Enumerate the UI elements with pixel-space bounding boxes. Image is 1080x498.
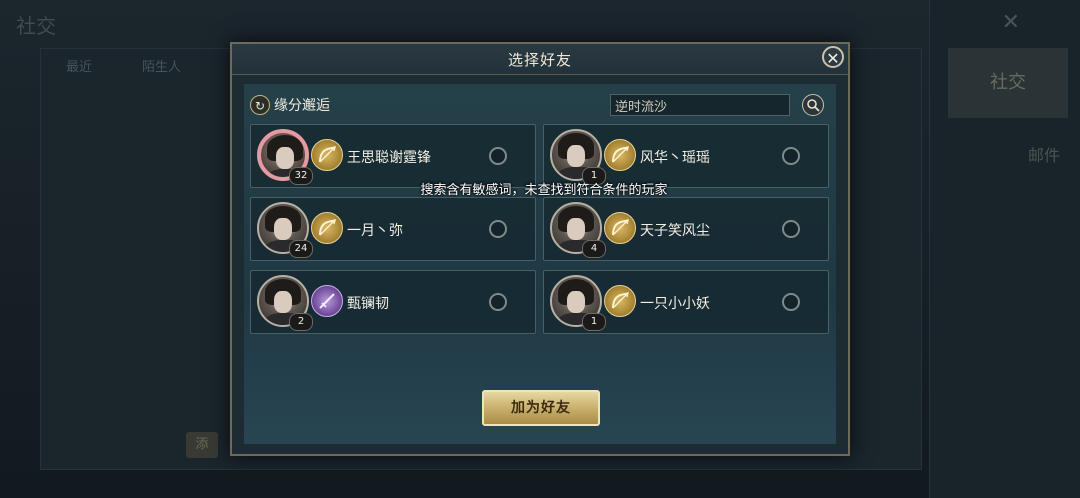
search-input[interactable] bbox=[610, 94, 790, 116]
select-radio[interactable] bbox=[489, 147, 507, 165]
background-right-tab-social: 社交 bbox=[948, 48, 1068, 118]
dialog-header: 选择好友 ✕ bbox=[232, 44, 848, 75]
dialog-content: ↻ 缘分邂逅 32 王思聪谢霆锋 1 bbox=[244, 84, 836, 444]
bow-icon bbox=[311, 212, 343, 244]
fate-encounter-label: 缘分邂逅 bbox=[274, 98, 330, 114]
search-icon bbox=[807, 99, 820, 112]
friend-card[interactable]: 24 一月丶弥 bbox=[250, 197, 536, 261]
select-friend-dialog: 选择好友 ✕ ↻ 缘分邂逅 32 王思聪谢霆锋 bbox=[230, 42, 850, 456]
background-close-icon: ✕ bbox=[1001, 10, 1020, 35]
dialog-title: 选择好友 bbox=[507, 51, 572, 69]
background-tab-recent: 最近 bbox=[66, 60, 93, 75]
select-radio[interactable] bbox=[782, 220, 800, 238]
friend-card[interactable]: 1 一只小小妖 bbox=[543, 270, 829, 334]
add-friend-button[interactable]: 加为好友 bbox=[482, 390, 600, 426]
friend-name: 甄镧韧 bbox=[347, 296, 389, 312]
select-radio[interactable] bbox=[489, 293, 507, 311]
level-badge: 4 bbox=[582, 240, 606, 258]
background-title: 社交 bbox=[16, 14, 56, 38]
level-badge: 32 bbox=[289, 167, 313, 185]
background-right-tab-mail: 邮件 bbox=[1027, 146, 1060, 165]
level-badge: 1 bbox=[582, 313, 606, 331]
friend-name: 天子笑风尘 bbox=[640, 223, 710, 239]
friend-card[interactable]: 4 天子笑风尘 bbox=[543, 197, 829, 261]
bow-icon bbox=[604, 212, 636, 244]
friend-name: 风华丶瑶瑶 bbox=[640, 150, 710, 166]
search-button[interactable] bbox=[802, 94, 824, 116]
refresh-icon: ↻ bbox=[250, 95, 270, 115]
select-radio[interactable] bbox=[782, 293, 800, 311]
level-badge: 2 bbox=[289, 313, 313, 331]
sword-icon bbox=[311, 285, 343, 317]
friend-name: 王思聪谢霆锋 bbox=[347, 150, 431, 166]
friend-card[interactable]: 2 甄镧韧 bbox=[250, 270, 536, 334]
select-radio[interactable] bbox=[782, 147, 800, 165]
background-tab-strangers: 陌生人 bbox=[142, 60, 182, 75]
level-badge: 24 bbox=[289, 240, 313, 258]
friend-name: 一只小小妖 bbox=[640, 296, 710, 312]
select-radio[interactable] bbox=[489, 220, 507, 238]
bow-icon bbox=[311, 139, 343, 171]
fate-encounter-button[interactable]: ↻ 缘分邂逅 bbox=[250, 94, 330, 116]
close-icon[interactable]: ✕ bbox=[822, 46, 844, 68]
bow-icon bbox=[604, 285, 636, 317]
bow-icon bbox=[604, 139, 636, 171]
friend-name: 一月丶弥 bbox=[347, 223, 403, 239]
background-add-button: 添 bbox=[186, 432, 218, 458]
toast-message: 搜索含有敏感词，未查找到符合条件的玩家 bbox=[420, 183, 668, 198]
